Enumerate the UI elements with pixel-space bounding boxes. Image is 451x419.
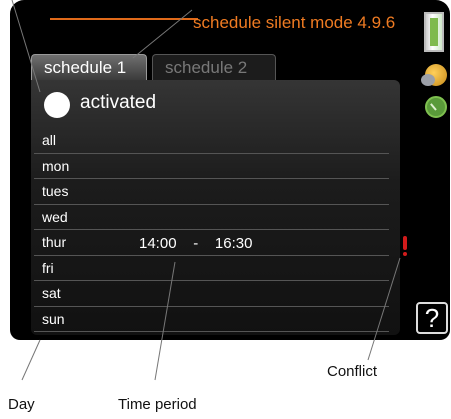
schedule-row-all[interactable]: all (34, 128, 389, 154)
header-line (50, 18, 198, 20)
day-label: sun (42, 310, 65, 327)
schedule-row-tues[interactable]: tues (34, 179, 389, 205)
schedule-row-sun[interactable]: sun (34, 307, 389, 332)
schedule-row-thur[interactable]: thur 14:00 - 16:30 (34, 230, 389, 256)
page-title: schedule silent mode 4.9.6 (193, 13, 396, 32)
activated-radio[interactable] (44, 92, 70, 118)
callout-conflict: Conflict (327, 363, 378, 380)
battery-status-icon (424, 12, 444, 52)
clock-icon[interactable] (425, 96, 447, 118)
schedule-row-sat[interactable]: sat (34, 281, 389, 307)
weather-icon[interactable] (421, 64, 447, 86)
day-label: fri (42, 259, 54, 276)
day-label: sat (42, 285, 61, 301)
start-time: 14:00 (139, 235, 177, 252)
help-button[interactable]: ? (416, 302, 448, 334)
activated-label: activated (80, 92, 157, 113)
time-period: 14:00 - 16:30 (139, 235, 252, 252)
day-label: thur (42, 234, 67, 250)
day-label: wed (42, 208, 68, 225)
day-label: all (42, 132, 57, 148)
schedule-list: all mon tues wed thur 14:00 - 16:30 fri … (34, 128, 389, 332)
tab-schedule-2[interactable]: schedule 2 (152, 54, 276, 80)
time-separator: - (193, 235, 199, 252)
schedule-row-wed[interactable]: wed (34, 205, 389, 230)
schedule-row-mon[interactable]: mon (34, 154, 389, 179)
tab-schedule-1[interactable]: schedule 1 (31, 54, 147, 80)
day-label: tues (42, 183, 69, 199)
day-label: mon (42, 157, 70, 174)
end-time: 16:30 (214, 235, 253, 252)
conflict-warning-icon (403, 236, 407, 256)
callout-day: Day (8, 396, 35, 413)
schedule-row-fri[interactable]: fri (34, 256, 389, 281)
callout-time-period: Time period (118, 396, 197, 413)
